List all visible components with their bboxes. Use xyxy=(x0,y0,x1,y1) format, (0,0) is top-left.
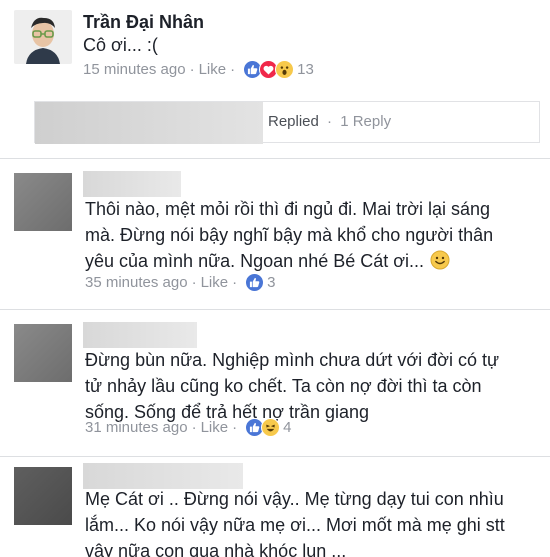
wow-reaction-icon xyxy=(275,60,295,79)
comment-meta: 31 minutes ago · Like · 4 xyxy=(85,418,291,437)
comment-meta: 15 minutes ago · Like · 13 xyxy=(83,60,314,79)
like-button[interactable]: Like xyxy=(201,419,229,436)
like-reaction-icon xyxy=(245,273,265,292)
replies-summary[interactable]: Replied · 1 Reply xyxy=(268,113,391,130)
meta-separator: · xyxy=(232,274,238,291)
comment-text: Đừng bùn nữa. Nghiệp mình chưa dứt với đ… xyxy=(85,347,545,425)
meta-separator: · xyxy=(189,61,195,78)
comment-line: mà. Đừng nói bậy nghĩ bậy mà khổ cho ngư… xyxy=(85,225,494,245)
meta-separator: · xyxy=(232,419,238,436)
comment-4: Mẹ Cát ơi .. Đừng nói vậy.. Mẹ từng dạy … xyxy=(0,457,550,557)
reply-author-blur xyxy=(35,102,263,144)
comment-line: Đừng bùn nữa. Nghiệp mình chưa dứt với đ… xyxy=(85,350,500,370)
timestamp[interactable]: 31 minutes ago xyxy=(85,419,188,436)
comment-text: Mẹ Cát ơi .. Đừng nói vậy.. Mẹ từng dạy … xyxy=(85,486,545,557)
author-name[interactable]: Trần Đại Nhân xyxy=(83,12,204,33)
like-button[interactable]: Like xyxy=(201,274,229,291)
reaction-count[interactable]: 13 xyxy=(297,61,314,78)
meta-separator: · xyxy=(230,61,236,78)
reactions[interactable] xyxy=(245,418,281,437)
smiley-emoji-icon xyxy=(430,250,450,277)
comment-line: Thôi nào, mệt mỏi rồi thì đi ngủ đi. Mai… xyxy=(85,199,490,219)
reactions[interactable] xyxy=(243,60,295,79)
replies-row[interactable]: Replied · 1 Reply xyxy=(34,101,540,144)
like-button[interactable]: Like xyxy=(199,61,227,78)
comment-3: Đừng bùn nữa. Nghiệp mình chưa dứt với đ… xyxy=(0,310,550,456)
comment-1: Trần Đại Nhân Cô ơi... :( 15 minutes ago… xyxy=(0,0,550,92)
reactions[interactable] xyxy=(245,273,265,292)
author-name-blur xyxy=(83,322,197,348)
meta-separator: · xyxy=(191,419,197,436)
comment-line: Mẹ Cát ơi .. Đừng nói vậy.. Mẹ từng dạy … xyxy=(85,489,504,509)
haha-reaction-icon xyxy=(261,418,281,437)
timestamp[interactable]: 15 minutes ago xyxy=(83,61,186,78)
author-avatar[interactable] xyxy=(14,467,72,525)
author-avatar[interactable] xyxy=(14,173,72,231)
comment-line: vậy nữa con qua nhà khóc lun ... xyxy=(85,541,347,557)
comment-line: tử nhảy lầu cũng ko chết. Ta còn nợ đời … xyxy=(85,376,482,396)
meta-separator: · xyxy=(191,274,197,291)
author-name-blur xyxy=(83,171,181,197)
comment-text: Thôi nào, mệt mỏi rồi thì đi ngủ đi. Mai… xyxy=(85,196,545,277)
comment-line: Cô ơi... :( xyxy=(83,35,158,55)
comment-2: Thôi nào, mệt mỏi rồi thì đi ngủ đi. Mai… xyxy=(0,159,550,309)
timestamp[interactable]: 35 minutes ago xyxy=(85,274,188,291)
reply-separator: · xyxy=(327,113,333,130)
author-avatar[interactable] xyxy=(14,10,72,64)
reply-count[interactable]: 1 Reply xyxy=(340,113,391,130)
reaction-count[interactable]: 4 xyxy=(283,419,291,436)
comment-line: lắm... Ko nói vậy nữa mẹ ơi... Mơi mốt m… xyxy=(85,515,505,535)
reaction-count[interactable]: 3 xyxy=(267,274,275,291)
author-avatar[interactable] xyxy=(14,324,72,382)
comment-meta: 35 minutes ago · Like · 3 xyxy=(85,273,275,292)
comment-line: yêu của mình nữa. Ngoan nhé Bé Cát ơi... xyxy=(85,251,425,271)
comment-text: Cô ơi... :( xyxy=(83,32,158,58)
replied-label[interactable]: Replied xyxy=(268,113,319,130)
